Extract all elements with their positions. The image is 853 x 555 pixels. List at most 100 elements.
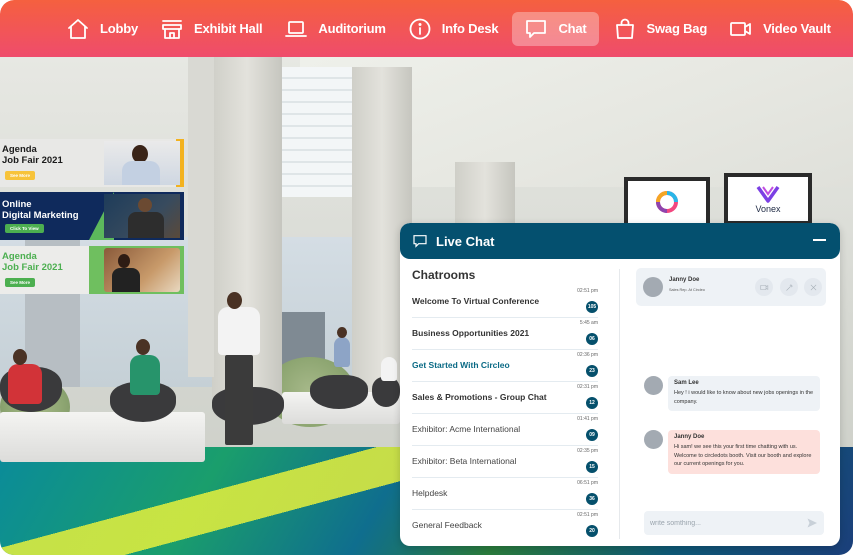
- nav-swag-bag[interactable]: Swag Bag: [605, 12, 716, 46]
- chatroom-name: Welcome To Virtual Conference: [412, 296, 540, 306]
- chatroom-item[interactable]: Welcome To Virtual Conference 02:51 pm 1…: [412, 286, 598, 318]
- nav-video-vault[interactable]: Video Vault: [721, 12, 839, 46]
- pillar: [188, 57, 214, 377]
- click-to-view-button[interactable]: Click To View: [5, 224, 44, 233]
- person-head: [136, 339, 150, 355]
- person: [218, 307, 260, 355]
- message-author: Sam Lee: [674, 380, 699, 386]
- display-screen: [624, 177, 710, 227]
- person: [8, 364, 42, 404]
- banner-photo: [104, 194, 180, 238]
- window: [282, 67, 352, 197]
- eyedropper-icon: [785, 283, 793, 291]
- banner-photo: [104, 141, 180, 185]
- chatrooms-heading: Chatrooms: [412, 268, 476, 282]
- nav-label: Exhibit Hall: [194, 21, 263, 36]
- unread-badge: 105: [586, 301, 598, 313]
- display-screen: Vonex: [724, 173, 812, 225]
- person: [130, 355, 160, 395]
- chatroom-item[interactable]: Exhibitor: Beta International 02:35 pm 1…: [412, 446, 598, 478]
- shopping-bag-icon: [615, 18, 634, 39]
- chatroom-time: 06:51 pm: [577, 480, 598, 486]
- chatroom-item[interactable]: Sales & Promotions - Group Chat 02:31 pm…: [412, 382, 598, 414]
- unread-badge: 15: [586, 461, 598, 473]
- chatrooms-list: Chatrooms Welcome To Virtual Conference …: [412, 268, 598, 542]
- nav-label: Swag Bag: [646, 21, 708, 36]
- nav-info-desk[interactable]: Info Desk: [400, 12, 507, 46]
- person-head: [337, 327, 347, 338]
- person-legs: [225, 355, 253, 445]
- circle-logo-icon: [656, 191, 678, 213]
- chat-bubble-icon: [526, 19, 547, 38]
- unread-badge: 06: [586, 333, 598, 345]
- chatroom-item[interactable]: General Feedback 02:51 pm 20: [412, 510, 598, 542]
- banner-agenda-job-fair[interactable]: Agenda Job Fair 2021 See More: [0, 139, 184, 187]
- nav-label: Auditorium: [318, 21, 386, 36]
- chatroom-time: 5:45 am: [579, 320, 598, 326]
- message-bubble: Sam Lee Hey ! i would like to know about…: [668, 376, 820, 411]
- banner-digital-marketing[interactable]: Online Digital Marketing Click To View: [0, 192, 184, 240]
- chatroom-name: Sales & Promotions - Group Chat: [412, 392, 547, 402]
- nav-chat[interactable]: Chat: [512, 11, 599, 46]
- storefront-icon: [162, 19, 182, 39]
- see-more-button[interactable]: See More: [5, 278, 36, 287]
- nav-label: Lobby: [100, 21, 138, 36]
- message-author: Janny Doe: [674, 434, 705, 440]
- chatroom-name: Helpdesk: [412, 488, 448, 498]
- contact-card: Janny Doe Sales Rep. At Circleo: [636, 268, 826, 306]
- send-icon[interactable]: [806, 517, 818, 529]
- message-text: Hi sam! we see this your first time chat…: [674, 444, 812, 467]
- chatroom-time: 02:36 pm: [577, 352, 598, 358]
- video-call-button[interactable]: [755, 278, 773, 296]
- message-input[interactable]: [650, 516, 790, 530]
- person: [381, 357, 397, 381]
- home-icon: [68, 18, 88, 39]
- minimize-icon[interactable]: [813, 239, 826, 241]
- pin-button[interactable]: [780, 278, 798, 296]
- chatroom-name: Business Opportunities 2021: [412, 328, 530, 338]
- person: [334, 337, 350, 367]
- top-navigation: Lobby Exhibit Hall Auditorium Info Desk …: [0, 0, 853, 57]
- banner-title: Agenda Job Fair 2021: [2, 144, 63, 166]
- live-chat-title: Live Chat: [436, 233, 495, 249]
- banner-title: Agenda Job Fair 2021: [2, 251, 63, 273]
- panel-divider: [619, 269, 620, 539]
- chatroom-item-active[interactable]: Get Started With Circleo 02:36 pm 23: [412, 350, 598, 382]
- nav-exhibit-hall[interactable]: Exhibit Hall: [152, 12, 270, 46]
- info-icon: [409, 18, 431, 39]
- live-chat-panel: Live Chat Chatrooms Welcome To Virtual C…: [400, 223, 840, 546]
- contact-role: Sales Rep. At Circleo: [669, 288, 705, 292]
- chatroom-item[interactable]: Helpdesk 06:51 pm 36: [412, 478, 598, 510]
- chatroom-name: Get Started With Circleo: [412, 360, 510, 370]
- banner-title: Online Digital Marketing: [2, 199, 79, 221]
- bench: [0, 412, 205, 462]
- unread-badge: 36: [586, 493, 598, 505]
- unread-badge: 23: [586, 365, 598, 377]
- nav-auditorium[interactable]: Auditorium: [276, 12, 393, 46]
- nav-label: Info Desk: [441, 21, 499, 36]
- chatroom-item[interactable]: Exhibitor: Acme International 01:41 pm 0…: [412, 414, 598, 446]
- banner-photo: [104, 248, 180, 292]
- chair: [310, 375, 368, 409]
- nav-lobby[interactable]: Lobby: [58, 12, 146, 46]
- avatar: [644, 430, 663, 449]
- chatroom-time: 02:51 pm: [577, 288, 598, 294]
- message-composer: [644, 511, 824, 535]
- contact-name: Janny Doe: [669, 277, 700, 283]
- chatroom-time: 02:51 pm: [577, 512, 598, 518]
- chatroom-item[interactable]: Business Opportunities 2021 5:45 am 06: [412, 318, 598, 350]
- nav-label: Chat: [558, 21, 587, 36]
- chat-bubble-icon: [413, 235, 427, 248]
- unread-badge: 20: [586, 525, 598, 537]
- message-bubble: Janny Doe Hi sam! we see this your first…: [668, 430, 820, 474]
- banner-agenda-job-fair-2[interactable]: Agenda Job Fair 2021 See More: [0, 246, 184, 294]
- live-chat-header: Live Chat: [400, 223, 840, 259]
- conversation-pane: Janny Doe Sales Rep. At Circleo Sam Lee …: [636, 268, 826, 543]
- see-more-button[interactable]: See More: [5, 171, 36, 180]
- chatroom-time: 01:41 pm: [577, 416, 598, 422]
- vonex-logo-icon: [756, 185, 780, 203]
- close-conversation-button[interactable]: [804, 278, 822, 296]
- video-camera-icon: [759, 284, 768, 290]
- chair: [372, 377, 400, 407]
- person-head: [13, 349, 27, 365]
